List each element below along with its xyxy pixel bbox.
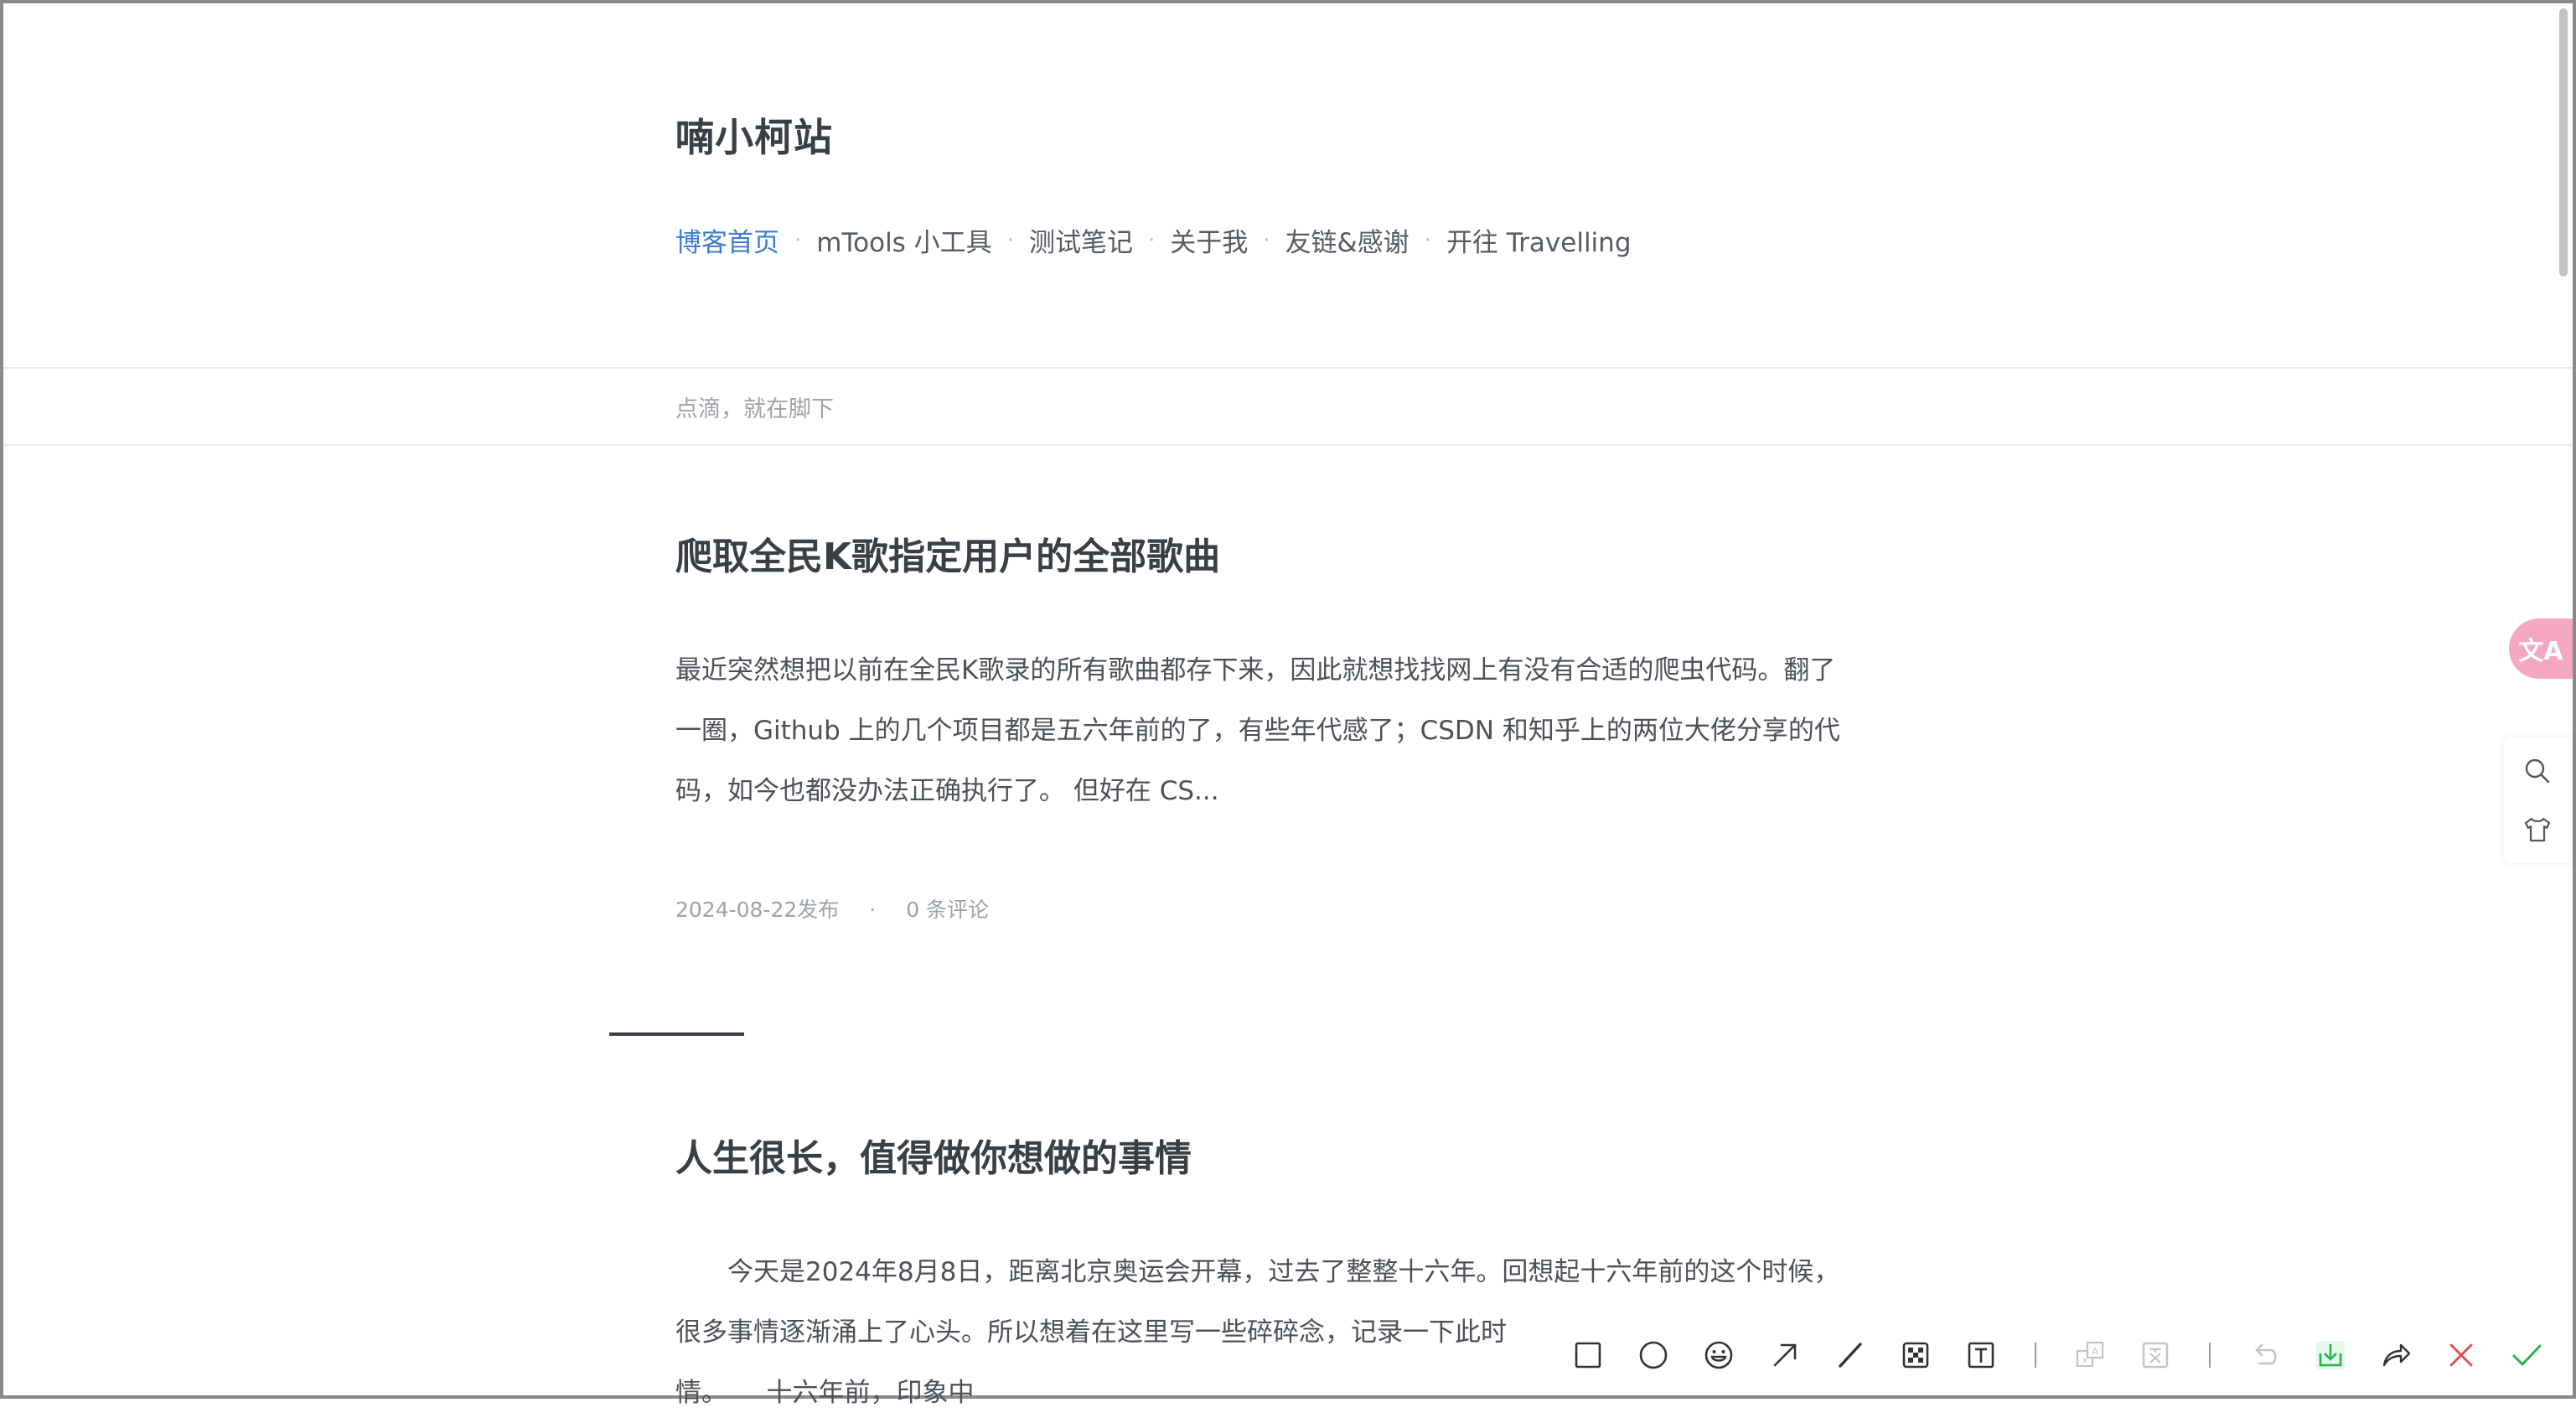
nav-separator: ·: [1147, 227, 1156, 253]
excerpt-line: 一圈，Github 上的几个项目都是五六年前的了，有些年代感了；CSDN 和知乎…: [675, 716, 1840, 746]
post-meta: 2024-08-22发布 · 0 条评论: [675, 893, 989, 924]
search-icon[interactable]: [2522, 756, 2553, 786]
post-comments[interactable]: 0 条评论: [906, 898, 989, 922]
pen-tool[interactable]: [1818, 1326, 1883, 1384]
nav-item-mtools[interactable]: mTools 小工具: [816, 221, 991, 259]
pen-icon: [1839, 1343, 1862, 1368]
post-divider: [609, 1032, 744, 1036]
post-excerpt: 最近突然想把以前在全民K歌录的所有歌曲都存下来，因此就想找找网上有没有合适的爬虫…: [675, 640, 1882, 821]
translate-button[interactable]: 文A: [2509, 618, 2573, 679]
excerpt-line: 今天是2024年8月8日，距离北京奥运会开幕，过去了整整十六年。回想起十六年前的…: [675, 1257, 1840, 1287]
rectangle-tool[interactable]: [1555, 1326, 1621, 1384]
snip-toolbar: Ax: [1555, 1326, 2559, 1384]
nav-separator: ·: [1263, 227, 1270, 253]
share-button[interactable]: [2363, 1326, 2429, 1384]
toolbar-separator: [2035, 1343, 2037, 1368]
scrollbar-thumb[interactable]: [2559, 8, 2568, 277]
nav-item-about[interactable]: 关于我: [1170, 221, 1248, 259]
site-tagline: 点滴，就在脚下: [675, 396, 834, 422]
mosaic-tool[interactable]: [1883, 1326, 1948, 1384]
svg-text:x: x: [2082, 1356, 2087, 1365]
mosaic-icon: [1902, 1342, 1929, 1369]
close-button[interactable]: [2429, 1326, 2494, 1384]
meta-separator: ·: [869, 898, 877, 922]
share-icon: [2382, 1343, 2410, 1367]
undo-button[interactable]: [2232, 1326, 2297, 1384]
nav-separator: ·: [1424, 227, 1431, 253]
ellipse-icon: [1639, 1341, 1668, 1369]
ellipse-tool[interactable]: [1621, 1326, 1686, 1384]
ocr-icon: [2143, 1342, 2169, 1369]
nav-item-travelling[interactable]: 开往 Travelling: [1446, 221, 1632, 259]
download-icon: [2315, 1341, 2345, 1369]
post-date: 2024-08-22发布: [675, 898, 840, 922]
header-divider: [3, 367, 2573, 369]
undo-icon: [2255, 1343, 2277, 1365]
shirt-icon[interactable]: [2522, 815, 2553, 845]
confirm-icon: [2512, 1344, 2542, 1366]
nav-item-links[interactable]: 友链&感谢: [1285, 221, 1409, 259]
tagline-divider: [3, 444, 2573, 446]
svg-text:A: A: [2092, 1346, 2098, 1357]
excerpt-line: 最近突然想把以前在全民K歌录的所有歌曲都存下来，因此就想找找网上有没有合适的爬虫…: [675, 655, 1836, 686]
nav-item-test-notes[interactable]: 测试笔记: [1029, 221, 1133, 259]
arrow-tool[interactable]: [1751, 1326, 1817, 1384]
emoji-icon: [1705, 1341, 1733, 1369]
translate-image-icon: Ax: [2077, 1341, 2104, 1368]
text-icon: [1968, 1342, 1994, 1369]
excerpt-line: 码，如今也都没办法正确执行了。 但好在 CS...: [675, 776, 1219, 806]
main-nav: 博客首页 · mTools 小工具 · 测试笔记 · 关于我 · 友链&感谢 ·…: [675, 221, 1632, 259]
close-icon: [2449, 1343, 2473, 1367]
side-tool-panel: [2504, 737, 2573, 863]
arrow-icon: [1773, 1343, 1796, 1367]
nav-separator: ·: [1006, 227, 1014, 253]
text-tool[interactable]: [1948, 1326, 2014, 1384]
post-title[interactable]: 爬取全民K歌指定用户的全部歌曲: [675, 526, 1220, 580]
download-button[interactable]: [2297, 1326, 2362, 1384]
post-title[interactable]: 人生很长，值得做你想做的事情: [675, 1128, 1192, 1182]
translate-image-tool[interactable]: Ax: [2057, 1326, 2123, 1384]
ocr-tool[interactable]: [2123, 1326, 2188, 1384]
rectangle-icon: [1575, 1342, 1601, 1369]
emoji-tool[interactable]: [1686, 1326, 1751, 1384]
confirm-button[interactable]: [2494, 1326, 2559, 1384]
toolbar-separator: [2209, 1343, 2211, 1368]
nav-item-home[interactable]: 博客首页: [675, 221, 779, 259]
site-title[interactable]: 喃小柯站: [675, 107, 833, 163]
nav-separator: ·: [794, 227, 802, 253]
